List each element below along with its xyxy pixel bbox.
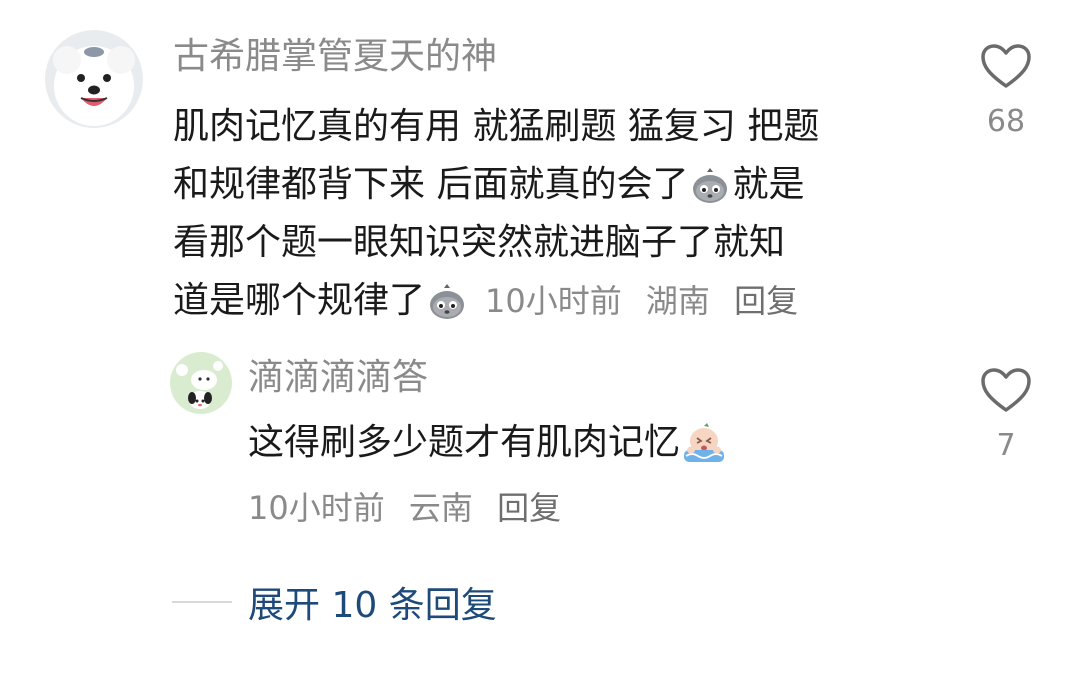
like-count: 68: [986, 104, 1026, 139]
comment-line: 看那个题一眼知识突然就进脑子了就知: [173, 222, 786, 263]
like-button[interactable]: 7: [976, 366, 1036, 463]
reply-button[interactable]: 回复: [497, 489, 561, 527]
comment-line: 这得刷多少题才有肌肉记忆: [248, 414, 725, 472]
comment-text: 肌肉记忆真的有用 就猛刷题 猛复习 把题 和规律都背下来 后面就真的会了 就是 …: [173, 98, 819, 330]
reply-text: 这得刷多少题才有肌肉记忆: [248, 414, 725, 472]
comment-section: 古希腊掌管夏天的神 肌肉记忆真的有用 就猛刷题 猛复习 把题 和规律都背下来 后…: [0, 0, 1080, 681]
comment-line-text: 和规律都背下来 后面就真的会了: [173, 164, 689, 205]
like-button[interactable]: 68: [976, 42, 1036, 139]
comment-meta: 10小时前 湖南 回复: [485, 272, 812, 330]
expand-replies-button[interactable]: 展开 10 条回复: [248, 576, 497, 628]
comment-line: 肌肉记忆真的有用 就猛刷题 猛复习 把题: [173, 106, 820, 147]
crying-face-emoji-icon: [682, 423, 725, 463]
like-count: 7: [996, 428, 1016, 463]
location: 云南: [408, 489, 473, 527]
comment-line: 道是哪个规律了 10小时前 湖南 回复: [173, 272, 819, 330]
timestamp: 10小时前: [248, 489, 385, 527]
avatar[interactable]: [170, 352, 232, 414]
comment-line-text: 就是: [732, 164, 805, 205]
sad-dumpling-emoji-icon: [690, 165, 730, 205]
divider: [172, 601, 232, 603]
sad-dumpling-emoji-icon: [427, 281, 467, 321]
comment-line: 和规律都背下来 后面就真的会了 就是: [173, 156, 819, 214]
username[interactable]: 滴滴滴滴答: [248, 354, 428, 402]
reply-button[interactable]: 回复: [734, 282, 798, 320]
reply-meta: 10小时前 云南 回复: [248, 486, 575, 530]
avatar[interactable]: [45, 30, 143, 128]
expand-replies-row: 展开 10 条回复: [172, 578, 497, 626]
timestamp: 10小时前: [485, 282, 622, 320]
heart-icon: [981, 368, 1031, 412]
comment-line-text: 道是哪个规律了: [173, 280, 426, 321]
location: 湖南: [645, 282, 710, 320]
username[interactable]: 古希腊掌管夏天的神: [173, 33, 497, 81]
comment-line-text: 这得刷多少题才有肌肉记忆: [248, 422, 681, 463]
heart-icon: [981, 44, 1031, 88]
